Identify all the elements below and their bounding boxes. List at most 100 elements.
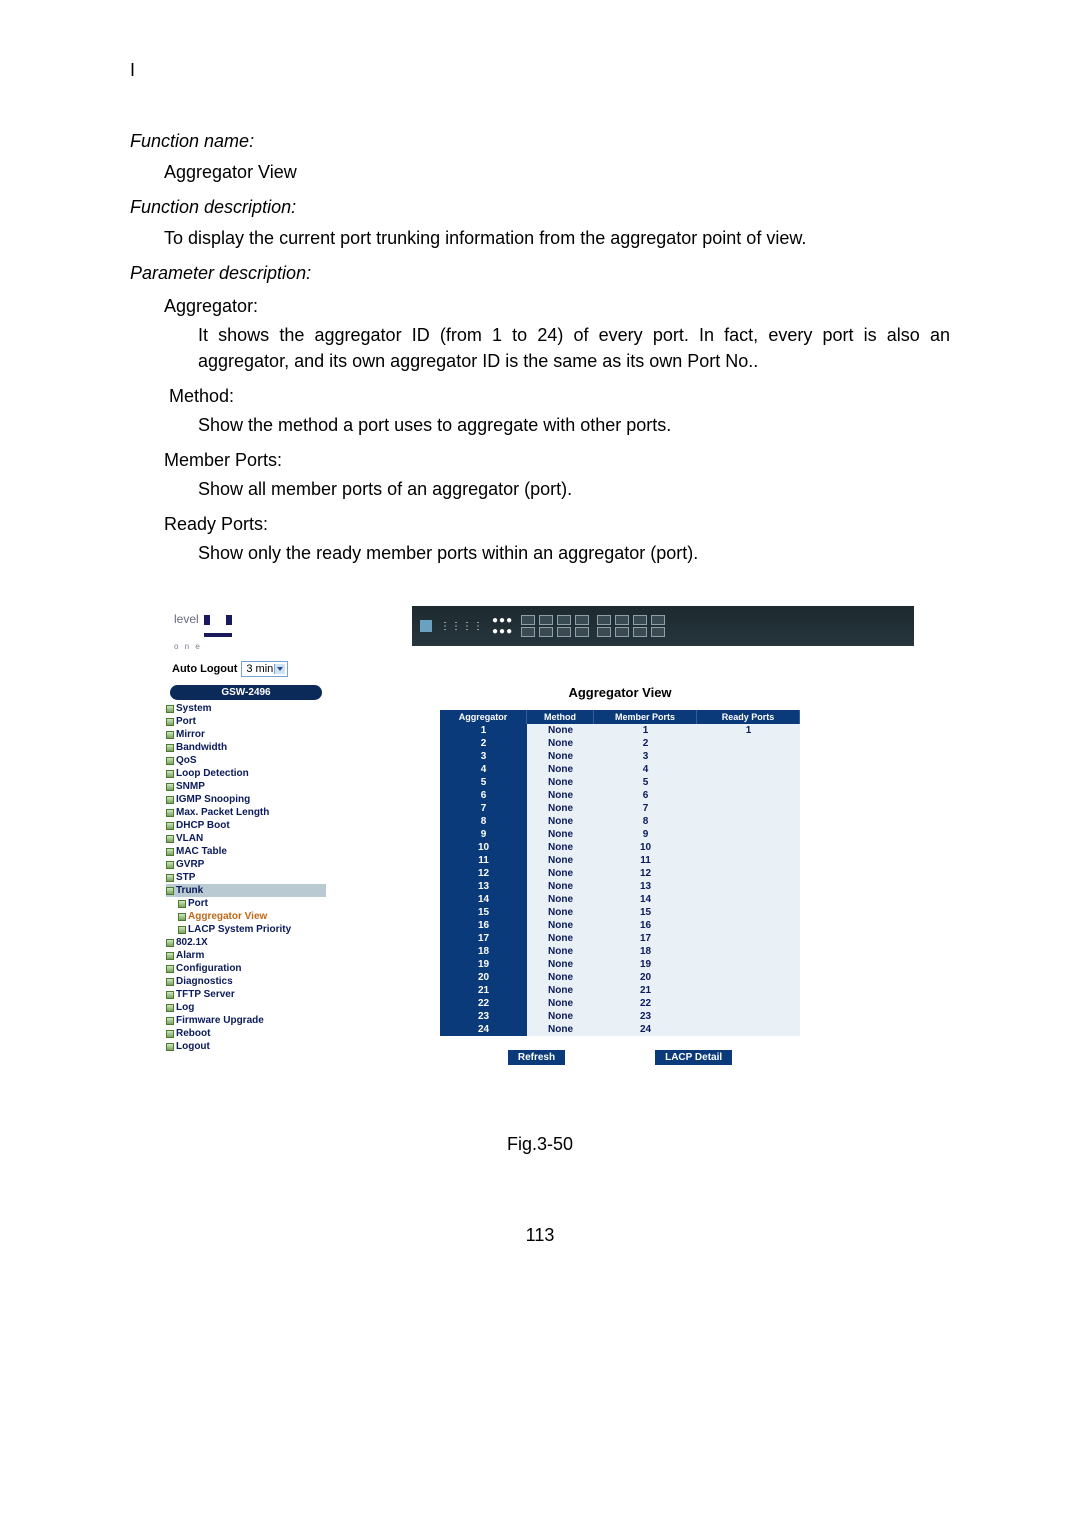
sidebar-item[interactable]: Aggregator View (166, 910, 326, 923)
table-row[interactable]: 9None9 (440, 828, 800, 841)
table-row[interactable]: 4None4 (440, 763, 800, 776)
sidebar-item[interactable]: Port (166, 715, 326, 728)
nav-bullet-icon (166, 796, 174, 804)
sidebar-item[interactable]: TFTP Server (166, 988, 326, 1001)
table-row[interactable]: 21None21 (440, 984, 800, 997)
sidebar-item[interactable]: SNMP (166, 780, 326, 793)
sidebar-item[interactable]: Bandwidth (166, 741, 326, 754)
nav-bullet-icon (166, 757, 174, 765)
cell-aggregator: 3 (440, 750, 527, 763)
sidebar-item[interactable]: STP (166, 871, 326, 884)
cell-aggregator: 22 (440, 997, 527, 1010)
sidebar-item[interactable]: LACP System Priority (166, 923, 326, 936)
sidebar-item[interactable]: Reboot (166, 1027, 326, 1040)
param-ready-text: Show only the ready member ports within … (198, 541, 950, 566)
table-row[interactable]: 12None12 (440, 867, 800, 880)
table-row[interactable]: 18None18 (440, 945, 800, 958)
table-row[interactable]: 7None7 (440, 802, 800, 815)
table-row[interactable]: 19None19 (440, 958, 800, 971)
sidebar-item-label: GVRP (176, 859, 204, 870)
sidebar-item[interactable]: Log (166, 1001, 326, 1014)
sidebar-item[interactable]: IGMP Snooping (166, 793, 326, 806)
table-row[interactable]: 23None23 (440, 1010, 800, 1023)
cell-method: None (527, 776, 594, 789)
function-name-label: Function name: (130, 131, 950, 152)
sidebar-item[interactable]: Diagnostics (166, 975, 326, 988)
param-method-text: Show the method a port uses to aggregate… (198, 413, 950, 438)
sidebar-item[interactable]: Mirror (166, 728, 326, 741)
table-row[interactable]: 11None11 (440, 854, 800, 867)
param-ready-label: Ready Ports: (164, 514, 950, 535)
switch-admin-screenshot: level o n e ⋮⋮⋮⋮ ●●●●●● (166, 606, 914, 1106)
sidebar-item[interactable]: Trunk (166, 884, 326, 897)
param-aggregator-label: Aggregator: (164, 296, 950, 317)
sidebar-item[interactable]: MAC Table (166, 845, 326, 858)
table-row[interactable]: 10None10 (440, 841, 800, 854)
cell-method: None (527, 1010, 594, 1023)
refresh-button[interactable]: Refresh (508, 1050, 565, 1065)
cell-method: None (527, 737, 594, 750)
table-row[interactable]: 14None14 (440, 893, 800, 906)
sidebar-item-label: Diagnostics (176, 976, 233, 987)
sidebar-item[interactable]: 802.1X (166, 936, 326, 949)
device-icon (420, 620, 432, 632)
auto-logout-select[interactable]: 3 min (241, 661, 288, 677)
nav-bullet-icon (166, 848, 174, 856)
nav-bullet-icon (166, 939, 174, 947)
cell-ready-ports (697, 802, 800, 815)
cell-member-ports: 6 (594, 789, 697, 802)
param-aggregator-text: It shows the aggregator ID (from 1 to 24… (198, 323, 950, 373)
table-row[interactable]: 16None16 (440, 919, 800, 932)
sidebar-item[interactable]: GVRP (166, 858, 326, 871)
logo-text: level (174, 612, 199, 626)
cell-method: None (527, 906, 594, 919)
page-number: 113 (130, 1225, 950, 1246)
sidebar-item[interactable]: Max. Packet Length (166, 806, 326, 819)
sidebar-item[interactable]: Configuration (166, 962, 326, 975)
sidebar-item[interactable]: System (166, 702, 326, 715)
nav-bullet-icon (166, 718, 174, 726)
table-row[interactable]: 3None3 (440, 750, 800, 763)
table-row[interactable]: 2None2 (440, 737, 800, 750)
lacp-detail-button[interactable]: LACP Detail (655, 1050, 732, 1065)
sidebar-item[interactable]: QoS (166, 754, 326, 767)
sidebar-item-label: VLAN (176, 833, 203, 844)
brand-logo: level o n e (166, 606, 412, 657)
nav-bullet-icon (166, 952, 174, 960)
sidebar-item-label: SNMP (176, 781, 205, 792)
sidebar-item[interactable]: Logout (166, 1040, 326, 1053)
cell-ready-ports (697, 763, 800, 776)
sidebar-item[interactable]: Port (166, 897, 326, 910)
sidebar-item[interactable]: DHCP Boot (166, 819, 326, 832)
cell-member-ports: 24 (594, 1023, 697, 1036)
sidebar-item-label: STP (176, 872, 195, 883)
table-row[interactable]: 8None8 (440, 815, 800, 828)
cell-member-ports: 10 (594, 841, 697, 854)
table-row[interactable]: 22None22 (440, 997, 800, 1010)
table-row[interactable]: 15None15 (440, 906, 800, 919)
nav-bullet-icon (166, 1004, 174, 1012)
cell-ready-ports (697, 776, 800, 789)
table-row[interactable]: 17None17 (440, 932, 800, 945)
table-row[interactable]: 6None6 (440, 789, 800, 802)
cell-aggregator: 1 (440, 724, 527, 737)
sidebar-item-label: IGMP Snooping (176, 794, 250, 805)
table-row[interactable]: 1None11 (440, 724, 800, 737)
sidebar-item[interactable]: VLAN (166, 832, 326, 845)
auto-logout-value: 3 min (246, 663, 273, 675)
sidebar-item[interactable]: Firmware Upgrade (166, 1014, 326, 1027)
sidebar-item[interactable]: Loop Detection (166, 767, 326, 780)
sidebar-item[interactable]: Alarm (166, 949, 326, 962)
table-row[interactable]: 20None20 (440, 971, 800, 984)
nav-bullet-icon (166, 822, 174, 830)
aggregator-table: Aggregator Method Member Ports Ready Por… (440, 710, 800, 1036)
table-row[interactable]: 13None13 (440, 880, 800, 893)
table-row[interactable]: 5None5 (440, 776, 800, 789)
cell-aggregator: 7 (440, 802, 527, 815)
cell-member-ports: 2 (594, 737, 697, 750)
cell-member-ports: 16 (594, 919, 697, 932)
table-row[interactable]: 24None24 (440, 1023, 800, 1036)
device-model-title: GSW-2496 (170, 685, 322, 700)
cell-aggregator: 20 (440, 971, 527, 984)
nav-bullet-icon (178, 926, 186, 934)
